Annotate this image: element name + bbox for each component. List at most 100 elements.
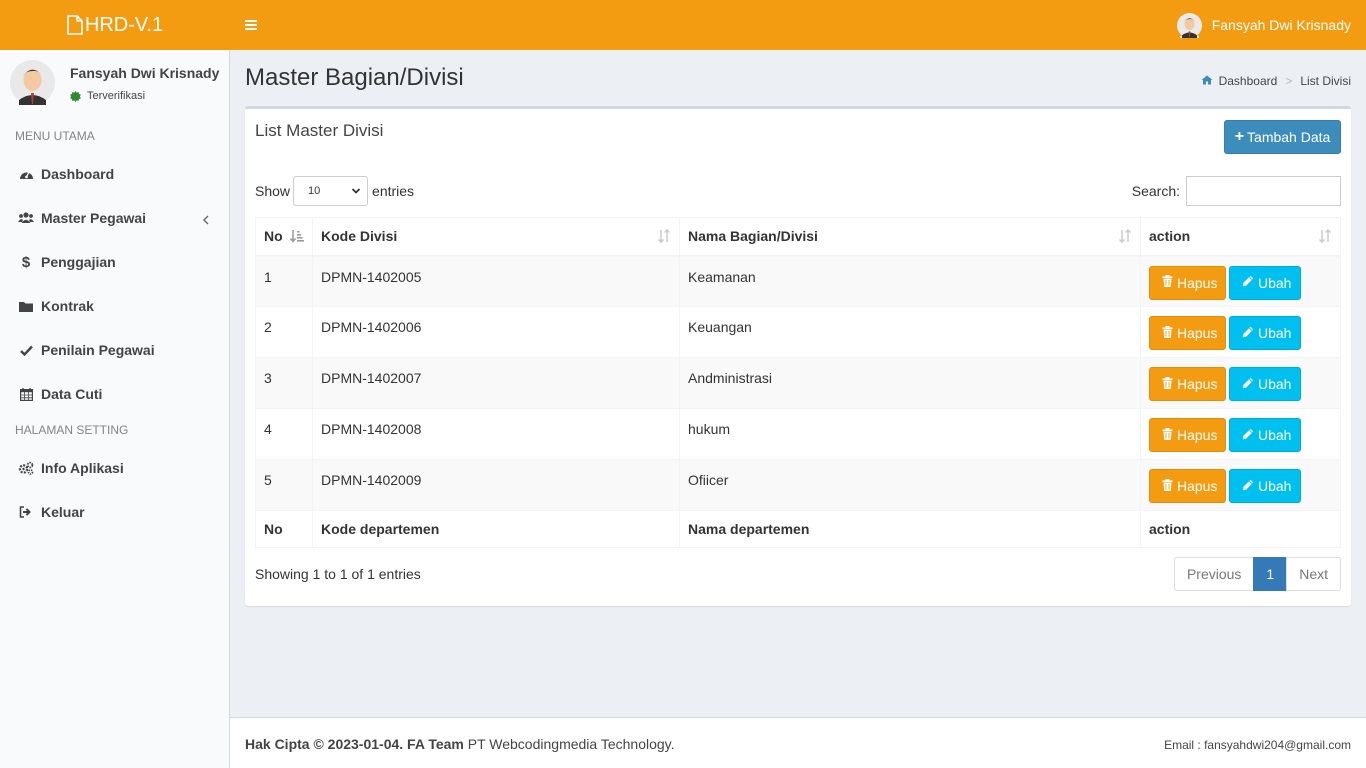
calendar-icon: [18, 386, 34, 402]
add-data-button[interactable]: + Tambah Data: [1224, 120, 1341, 154]
table-row: 3 DPMN-1402007 Andministrasi Hapus Ubah: [255, 357, 1341, 409]
edit-button[interactable]: Ubah: [1229, 367, 1301, 401]
chevron-left-icon: [203, 212, 209, 228]
column-header-kode[interactable]: Kode Divisi: [312, 217, 680, 257]
cell-kode: DPMN-1402005: [312, 255, 680, 307]
column-header-no[interactable]: No: [255, 217, 313, 257]
page-length-value: 10: [308, 185, 321, 197]
dollar-icon: $: [21, 253, 31, 271]
cell-no: 1: [255, 255, 313, 307]
sidebar-item-label: Dashboard: [41, 166, 115, 182]
breadcrumb-separator: >: [1285, 74, 1293, 88]
delete-button[interactable]: Hapus: [1149, 418, 1226, 452]
table-row: 2 DPMN-1402006 Keuangan Hapus Ubah: [255, 306, 1341, 358]
app-logo[interactable]: HRD-V.1: [0, 0, 230, 50]
column-header-nama[interactable]: Nama Bagian/Divisi: [679, 217, 1141, 257]
sidebar-item-label: Penilain Pegawai: [41, 342, 155, 358]
footer-copyright: Hak Cipta © 2023-01-04. FA Team PT Webco…: [245, 736, 675, 752]
footer-email: Email : fansyahdwi204@gmail.com: [1164, 738, 1351, 752]
search-control: Search:: [1132, 176, 1341, 206]
trash-icon: [1162, 427, 1173, 443]
column-header-label: Nama Bagian/Divisi: [688, 228, 818, 245]
edit-button[interactable]: Ubah: [1229, 469, 1301, 503]
sort-ascending-icon: [289, 229, 304, 246]
delete-button[interactable]: Hapus: [1149, 265, 1226, 300]
breadcrumb-dashboard-link[interactable]: Dashboard: [1219, 74, 1278, 88]
delete-label: Hapus: [1177, 376, 1218, 392]
table-row: 5 DPMN-1402009 Ofiicer Hapus Ubah: [255, 459, 1341, 511]
column-footer-nama: Nama departemen: [679, 510, 1141, 548]
cell-nama: Keamanan: [679, 255, 1141, 307]
pagination-previous[interactable]: Previous: [1173, 557, 1255, 591]
sidebar-item-label: Master Pegawai: [41, 210, 147, 226]
pagination-page-1[interactable]: 1: [1253, 557, 1288, 591]
page-length-select[interactable]: 10: [293, 176, 369, 206]
delete-label: Hapus: [1177, 478, 1218, 494]
search-label: Search:: [1131, 183, 1180, 199]
cell-kode: DPMN-1402008: [312, 408, 680, 460]
column-header-label: No: [264, 228, 283, 245]
page-footer: Hak Cipta © 2023-01-04. FA Team PT Webco…: [230, 717, 1366, 768]
cell-action: Hapus Ubah: [1140, 357, 1341, 409]
sidebar-user-name: Fansyah Dwi Krisnady: [70, 65, 220, 81]
pencil-icon: [1242, 428, 1254, 443]
show-label: Show: [255, 183, 291, 199]
content-header: Master Bagian/Divisi Dashboard > List Di…: [245, 60, 1351, 98]
box-title: List Master Divisi: [255, 121, 384, 140]
breadcrumb: Dashboard > List Divisi: [1201, 74, 1351, 88]
sidebar-item-penilaian-pegawai[interactable]: Penilain Pegawai: [0, 328, 229, 372]
column-footer-action: action: [1140, 510, 1341, 548]
pagination: Previous 1 Next: [1173, 557, 1341, 591]
cell-action: Hapus Ubah: [1140, 255, 1341, 307]
sidebar-toggle-button[interactable]: [231, 0, 271, 50]
sidebar-item-info-aplikasi[interactable]: Info Aplikasi: [0, 446, 229, 490]
table-info: Showing 1 to 1 of 1 entries: [255, 566, 421, 582]
cogs-icon: [18, 460, 34, 476]
menu-header-main: MENU UTAMA: [15, 129, 95, 143]
cell-nama: Keuangan: [679, 306, 1141, 358]
column-footer-no: No: [255, 510, 313, 548]
sidebar-item-data-cuti[interactable]: Data Cuti: [0, 372, 229, 416]
trash-icon: [1162, 325, 1173, 341]
delete-label: Hapus: [1177, 427, 1218, 443]
cell-kode: DPMN-1402007: [312, 357, 680, 409]
sidebar-item-dashboard[interactable]: Dashboard: [0, 152, 229, 196]
sidebar-item-kontrak[interactable]: Kontrak: [0, 284, 229, 328]
delete-button[interactable]: Hapus: [1149, 469, 1226, 503]
user-menu[interactable]: Fansyah Dwi Krisnady: [1176, 0, 1351, 50]
user-panel: Fansyah Dwi Krisnady Terverifikasi: [0, 50, 229, 120]
column-header-label: action: [1149, 228, 1191, 245]
check-icon: [18, 342, 34, 358]
pagination-next[interactable]: Next: [1286, 557, 1341, 591]
status-label: Terverifikasi: [87, 90, 146, 102]
trash-icon: [1162, 376, 1173, 392]
sidebar-item-keluar[interactable]: Keluar: [0, 490, 229, 534]
edit-label: Ubah: [1258, 478, 1292, 494]
pencil-icon: [1242, 275, 1254, 290]
sidebar-item-label: Info Aplikasi: [41, 460, 124, 476]
cell-kode: DPMN-1402006: [312, 306, 680, 358]
sidebar-item-label: Data Cuti: [41, 386, 103, 402]
header-user-name: Fansyah Dwi Krisnady: [1211, 17, 1351, 33]
add-data-label: Tambah Data: [1247, 129, 1331, 145]
edit-button[interactable]: Ubah: [1229, 418, 1301, 452]
delete-button[interactable]: Hapus: [1149, 367, 1226, 401]
file-icon: [67, 15, 83, 35]
sidebar-item-master-pegawai[interactable]: Master Pegawai: [0, 196, 229, 240]
edit-button[interactable]: Ubah: [1229, 316, 1301, 350]
trash-icon: [1162, 478, 1173, 494]
column-header-action[interactable]: action: [1140, 217, 1341, 257]
delete-button[interactable]: Hapus: [1149, 316, 1226, 350]
sidebar: Fansyah Dwi Krisnady Terverifikasi MENU …: [0, 50, 230, 768]
cell-action: Hapus Ubah: [1140, 408, 1341, 460]
user-status: Terverifikasi: [70, 90, 145, 102]
cell-kode: DPMN-1402009: [312, 459, 680, 511]
pencil-icon: [1242, 479, 1254, 494]
cell-no: 4: [255, 408, 313, 460]
sidebar-item-penggajian[interactable]: $ Penggajian: [0, 240, 229, 284]
cell-nama: hukum: [679, 408, 1141, 460]
search-input[interactable]: [1186, 176, 1341, 206]
app-title: HRD-V.1: [84, 13, 164, 36]
delete-label: Hapus: [1177, 325, 1218, 341]
edit-button[interactable]: Ubah: [1229, 265, 1301, 300]
